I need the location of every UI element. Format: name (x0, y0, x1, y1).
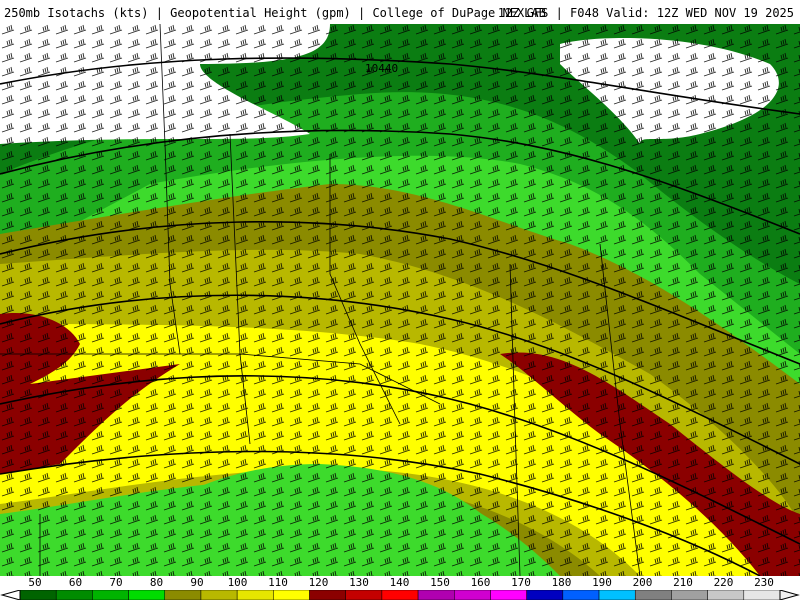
wind-barbs (0, 24, 800, 576)
scale-swatch (164, 590, 202, 600)
scale-swatch (236, 590, 274, 600)
scale-swatch (634, 590, 672, 600)
scale-label: 140 (389, 576, 410, 589)
scale-label: 110 (268, 576, 288, 589)
map-title: 250mb Isotachs (kts) | Geopotential Heig… (4, 6, 546, 20)
scale-label: 60 (68, 576, 83, 589)
scale-swatch (345, 590, 383, 600)
scale-label: 190 (592, 576, 612, 589)
scale-swatch (562, 590, 600, 600)
contour-label: 10440 (365, 62, 398, 75)
scale-label: 180 (551, 576, 572, 589)
isotach-map: 10440 (0, 24, 800, 576)
color-scale: 50 60 70 80 90 100 110 120 130 140 150 160 170 180 190… (0, 576, 800, 600)
scale-swatch (743, 590, 781, 600)
scale-swatch (454, 590, 491, 600)
scale-label: 200 (632, 576, 653, 589)
scale-label: 50 (28, 576, 42, 589)
scale-label: 100 (227, 576, 248, 589)
scale-swatch (55, 590, 93, 600)
scale-swatch (200, 590, 238, 600)
scale-swatch (671, 590, 708, 600)
scale-label: 70 (109, 576, 123, 589)
scale-swatch (707, 590, 745, 600)
scale-label: 150 (430, 576, 450, 589)
scale-bar (0, 590, 800, 600)
scale-label: 80 (149, 576, 164, 589)
scale-swatch (309, 590, 346, 600)
scale-swatch (19, 590, 57, 600)
scale-swatch (381, 590, 419, 600)
scale-swatch (526, 590, 564, 600)
scale-swatch (598, 590, 636, 600)
scale-swatch (273, 590, 310, 600)
scale-swatch (128, 590, 166, 600)
scale-swatch (417, 590, 455, 600)
scale-arrow-right (779, 590, 800, 600)
scale-label: 170 (511, 576, 531, 589)
scale-swatch (92, 590, 129, 600)
scale-swatch (490, 590, 527, 600)
scale-label: 160 (470, 576, 491, 589)
scale-label: 130 (349, 576, 369, 589)
scale-label: 230 (754, 576, 774, 589)
scale-label: 220 (713, 576, 734, 589)
scale-arrow-left (0, 590, 21, 600)
model-run-info: 12Z GFS | F048 Valid: 12Z WED NOV 19 202… (497, 6, 794, 20)
header-bar: 250mb Isotachs (kts) | Geopotential Heig… (0, 0, 800, 25)
scale-label: 120 (308, 576, 329, 589)
scale-label: 90 (190, 576, 204, 589)
scale-label: 210 (673, 576, 693, 589)
